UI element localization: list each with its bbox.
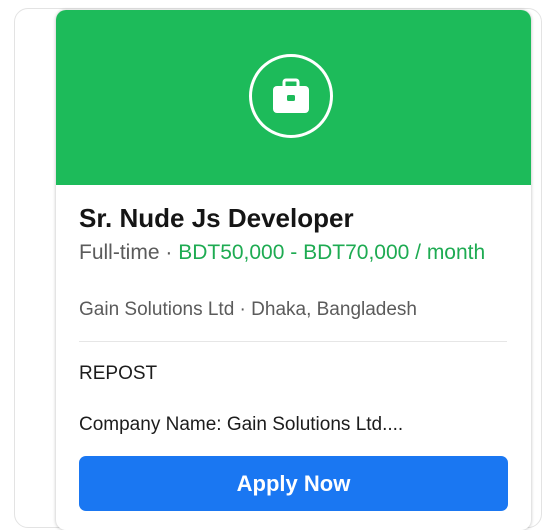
job-title: Sr. Nude Js Developer: [79, 203, 354, 233]
meta-separator: ·: [159, 241, 179, 264]
briefcase-icon: [249, 54, 333, 138]
description-preview: Company Name: Gain Solutions Ltd....: [79, 414, 404, 435]
company-location: Gain Solutions Ltd · Dhaka, Bangladesh: [79, 299, 417, 321]
employment-type: Full-time: [79, 241, 160, 264]
location-text: Dhaka, Bangladesh: [251, 299, 417, 320]
salary-range: BDT50,000 - BDT70,000 / month: [178, 241, 486, 264]
apply-now-button[interactable]: Apply Now: [79, 456, 508, 511]
job-meta: Full-time · BDT50,000 - BDT70,000 / mont…: [79, 239, 509, 267]
job-card[interactable]: Sr. Nude Js Developer Full-time · BDT50,…: [56, 10, 531, 530]
repost-label: REPOST: [79, 363, 158, 384]
job-banner: [56, 10, 531, 185]
company-separator: ·: [234, 299, 252, 320]
divider: [79, 341, 507, 342]
company-name-text: Gain Solutions Ltd: [79, 299, 235, 320]
